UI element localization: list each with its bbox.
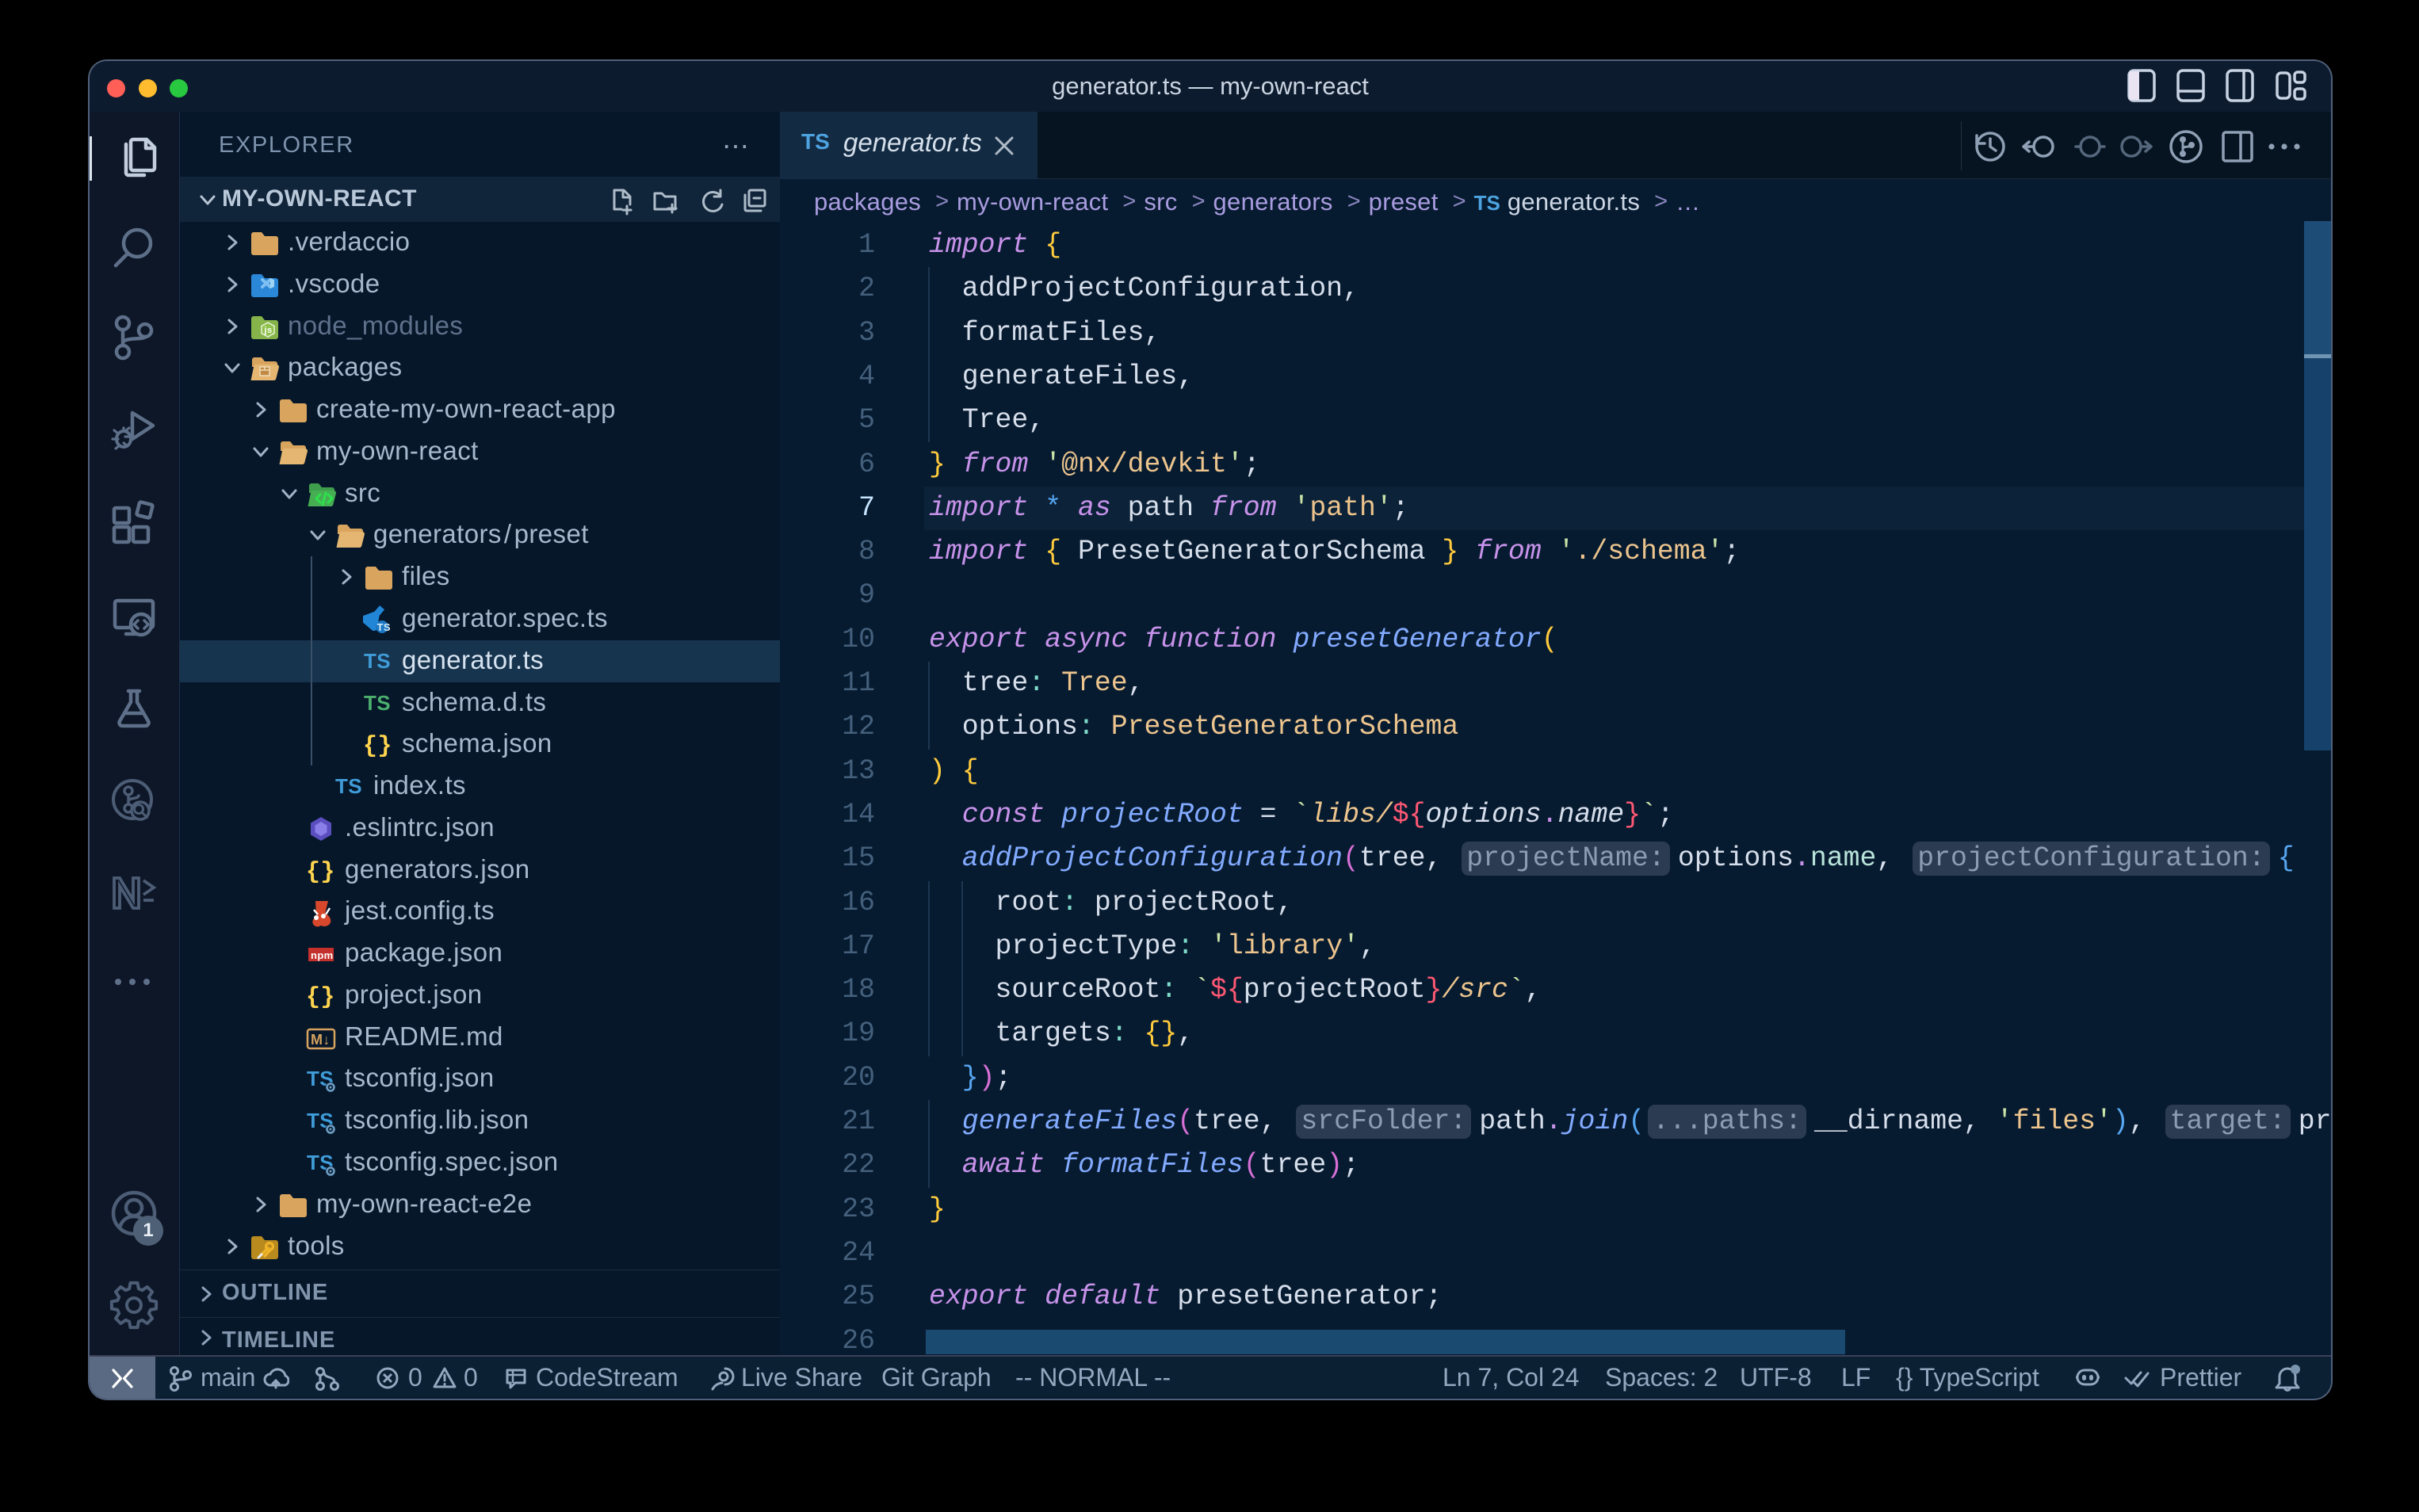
svg-text:TS: TS [335,774,362,798]
svg-text:{}: {} [306,984,335,1011]
svg-text:npm: npm [311,949,334,961]
svg-text:{}: {} [363,733,392,760]
svg-text:TS: TS [364,649,391,673]
svg-text:js: js [264,326,273,335]
svg-text:{}: {} [306,859,335,886]
svg-text:TS: TS [377,621,391,633]
svg-text:TS: TS [364,691,391,715]
svg-text:M↓: M↓ [311,1032,331,1048]
